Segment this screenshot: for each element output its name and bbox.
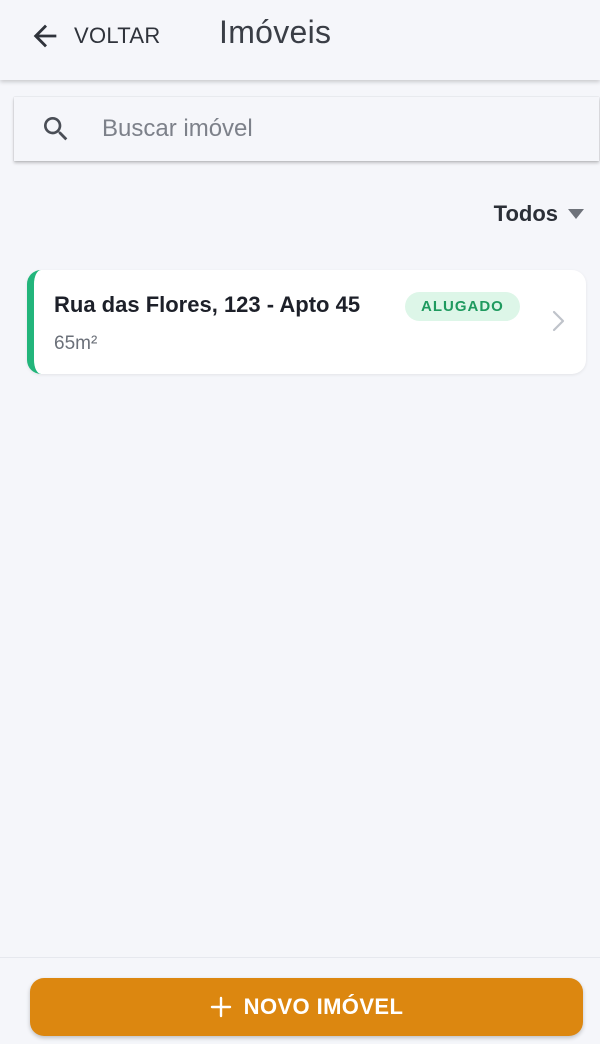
back-button[interactable]: VOLTAR xyxy=(28,18,161,54)
app-root: VOLTAR Imóveis Todos Rua das Flores, 123… xyxy=(0,0,600,1044)
property-area: 65m² xyxy=(54,333,98,354)
caret-down-icon xyxy=(568,209,584,219)
status-badge: ALUGADO xyxy=(405,292,520,321)
filter-selected-value: Todos xyxy=(493,201,558,226)
search-icon xyxy=(14,113,72,145)
chevron-right-icon xyxy=(552,310,566,332)
property-card[interactable]: Rua das Flores, 123 - Apto 45 ALUGADO 65… xyxy=(27,270,586,374)
page-title: Imóveis xyxy=(219,14,332,50)
search-input[interactable] xyxy=(102,109,542,149)
new-property-button-label: NOVO IMÓVEL xyxy=(243,994,404,1019)
footer-bar: NOVO IMÓVEL xyxy=(0,957,600,1044)
arrow-left-icon xyxy=(28,19,62,53)
status-filter-dropdown[interactable]: Todos xyxy=(494,198,584,230)
plus-icon xyxy=(210,996,232,1018)
app-header: VOLTAR Imóveis xyxy=(0,0,600,80)
back-button-label: VOLTAR xyxy=(74,23,161,48)
property-address: Rua das Flores, 123 - Apto 45 xyxy=(54,292,361,317)
search-bar xyxy=(14,97,599,161)
new-property-button[interactable]: NOVO IMÓVEL xyxy=(30,978,583,1036)
